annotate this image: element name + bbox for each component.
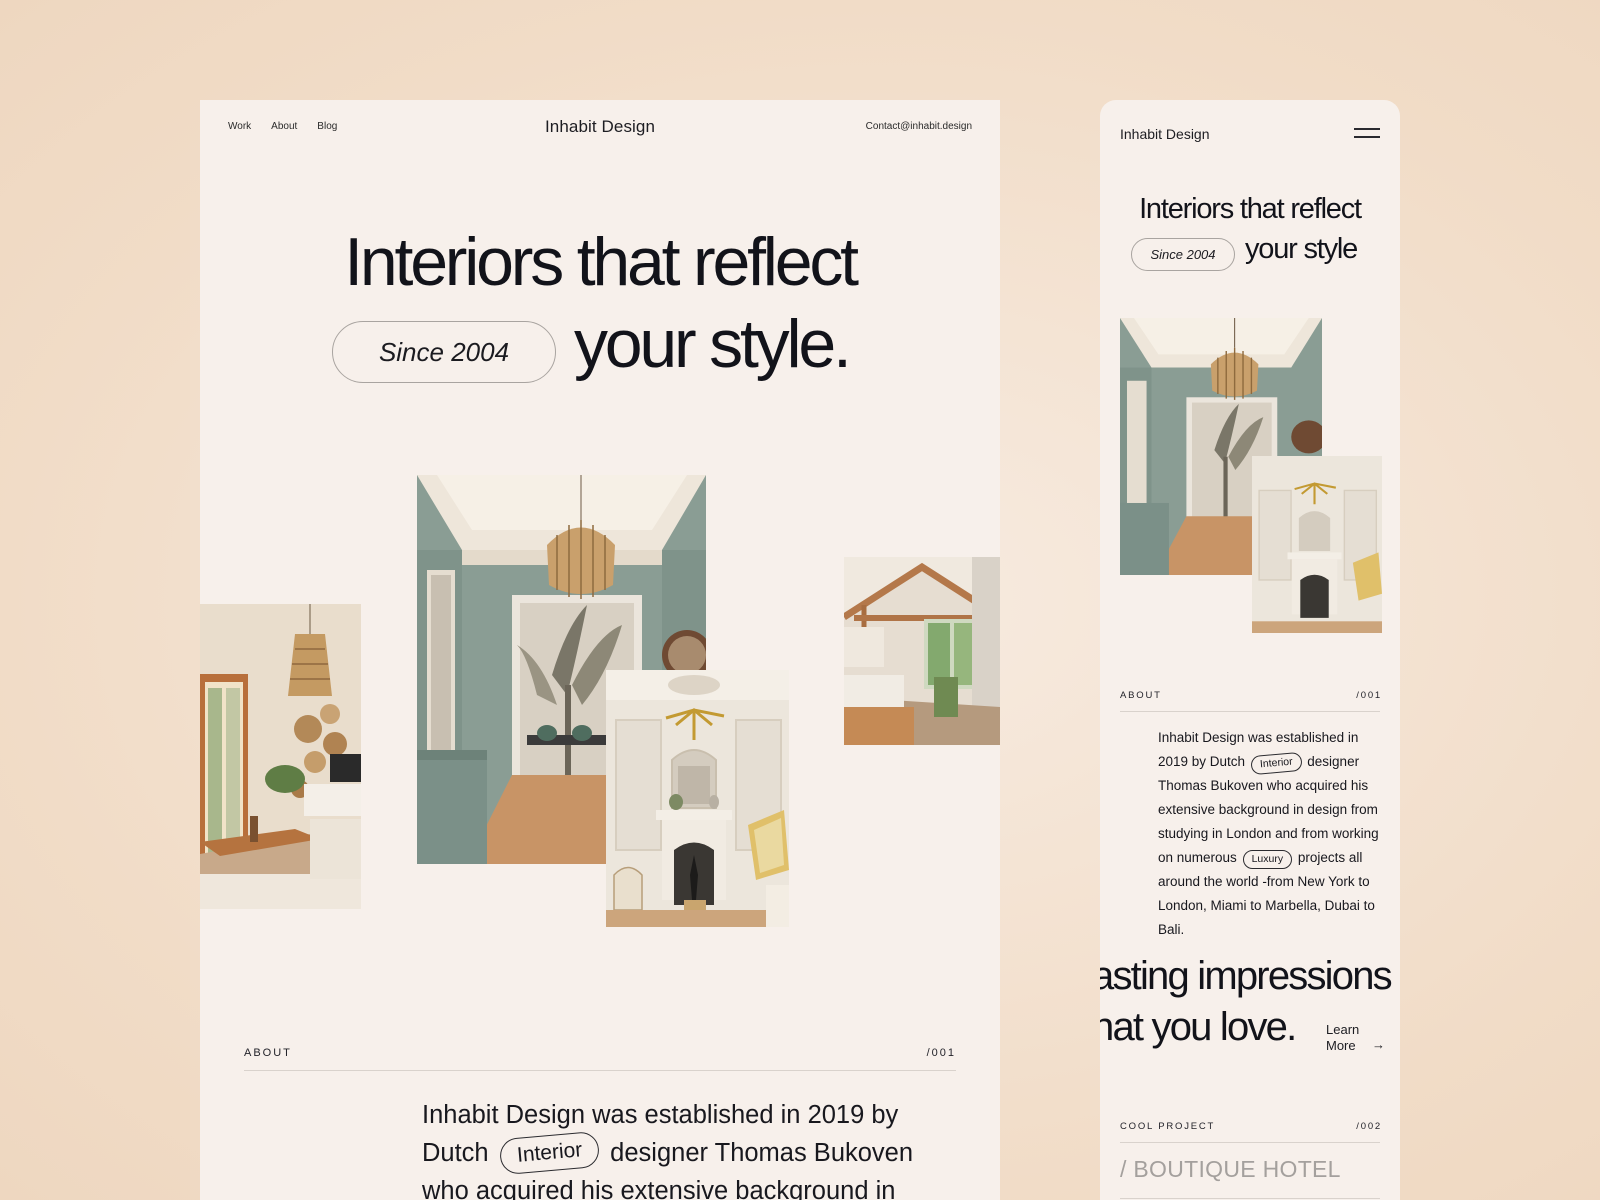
arrow-right-icon[interactable]: → (1372, 1037, 1385, 1052)
fireplace-photo (606, 670, 789, 927)
about-section-number: /001 (926, 1047, 956, 1059)
about-paragraph: Inhabit Design was established in 2019 b… (422, 1096, 962, 1200)
mobile-hero-line1: Interiors that reflect (1139, 193, 1362, 225)
mobile-since-pill: Since 2004 (1131, 238, 1235, 271)
mobile-luxury-tag: Luxury (1242, 850, 1293, 869)
contact-link[interactable]: Contact@inhabit.design (866, 121, 972, 132)
loft-photo (844, 557, 1000, 745)
mobile-hero-line2: your style (1245, 233, 1358, 265)
mobile-interior-tag: Interior (1250, 751, 1303, 776)
mobile-page: Inhabit Design Interiors that reflect Si… (1100, 100, 1400, 1200)
learn-more-line1: Learn (1326, 1022, 1360, 1037)
interior-tag: Interior (498, 1130, 601, 1176)
hamburger-icon[interactable] (1354, 128, 1380, 140)
divider (1120, 711, 1380, 712)
divider (244, 1070, 956, 1071)
mobile-about-paragraph: Inhabit Design was established in 2019 b… (1158, 726, 1386, 942)
project-title-link[interactable]: / BOUTIQUE HOTEL (1120, 1156, 1341, 1183)
learn-more-line2: More (1326, 1038, 1356, 1053)
living-room-photo (200, 604, 361, 909)
hero-heading-line1: Interiors that reflect (344, 224, 859, 300)
mobile-about-number: /001 (1356, 690, 1382, 701)
divider (1120, 1142, 1380, 1143)
mobile-fireplace-photo (1252, 456, 1382, 633)
mobile-about-label: ABOUT (1120, 690, 1162, 701)
project-section-number: /002 (1356, 1121, 1382, 1132)
learn-more-link[interactable]: Learn More (1326, 1022, 1359, 1054)
hero-heading-line2: your style. (574, 306, 852, 382)
mobile-brand-logo[interactable]: Inhabit Design (1120, 126, 1210, 142)
about-text-part2: designer Thomas Bukoven who acquired his… (422, 1139, 914, 1200)
marquee-line1: asting impressions (1100, 954, 1393, 998)
about-section-label: ABOUT (244, 1047, 292, 1059)
marquee-line2: hat you love. (1100, 1005, 1297, 1049)
desktop-page: Work About Blog Inhabit Design Contact@i… (200, 100, 1000, 1200)
project-section-label: COOL PROJECT (1120, 1121, 1216, 1132)
divider (1120, 1198, 1380, 1199)
since-pill: Since 2004 (332, 321, 556, 383)
